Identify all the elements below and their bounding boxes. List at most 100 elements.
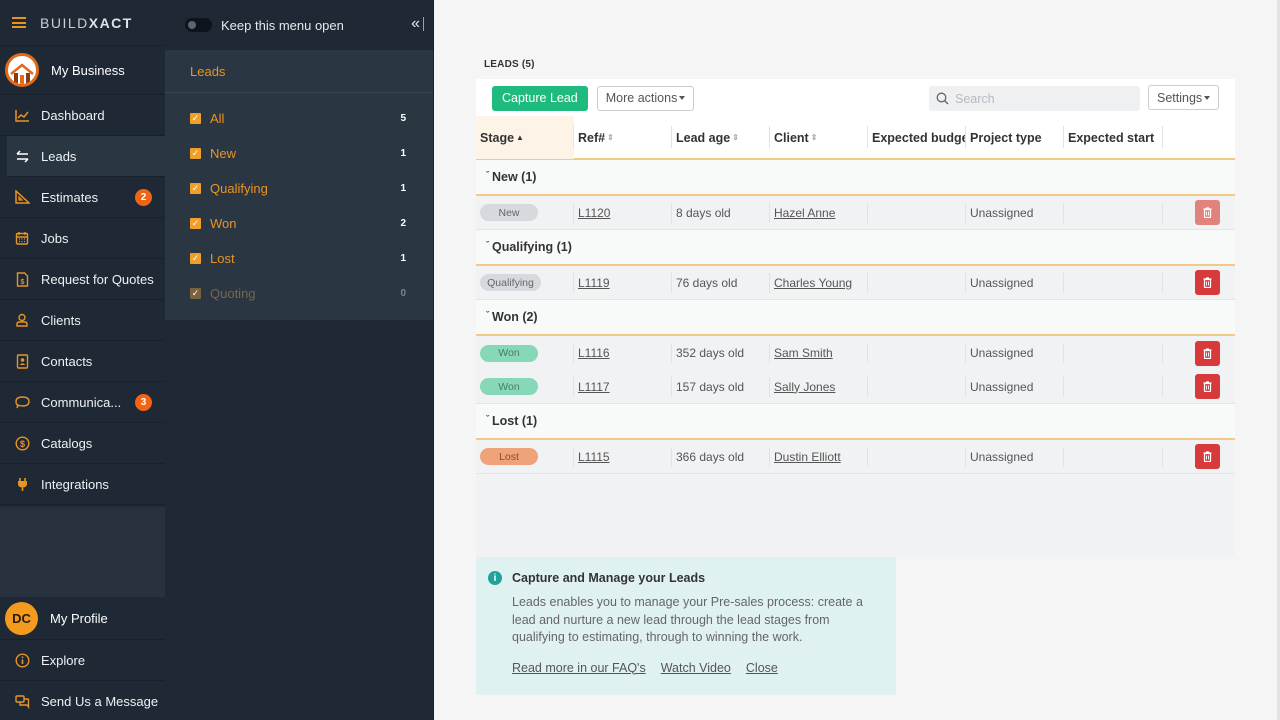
double-chevron-left-icon: «: [411, 15, 420, 32]
cell-actions: [1163, 270, 1235, 295]
nav-item-explore[interactable]: Explore: [0, 640, 165, 681]
client-link[interactable]: Dustin Elliott: [774, 450, 841, 464]
ref-link[interactable]: L1116: [578, 346, 610, 360]
main-content: LEADS (5) Capture Lead More actions Sett…: [434, 0, 1280, 720]
nav-item-catalogs[interactable]: $ Catalogs: [0, 423, 165, 464]
leads-card: Capture Lead More actions Settings Stage…: [476, 79, 1235, 557]
filter-new[interactable]: ✓ New 1: [165, 136, 433, 171]
ref-link[interactable]: L1117: [578, 380, 610, 394]
nav-item-contacts[interactable]: Contacts: [0, 341, 165, 382]
info-body: Leads enables you to manage your Pre-sal…: [512, 595, 863, 644]
checkbox-checked-icon[interactable]: ✓: [190, 253, 201, 264]
table-row[interactable]: Lost L1115 366 days old Dustin Elliott Unass…: [476, 440, 1235, 474]
stage-badge: New: [480, 204, 538, 221]
checkbox-checked-icon: ✓: [190, 288, 201, 299]
checkbox-checked-icon[interactable]: ✓: [190, 183, 201, 194]
my-profile-item[interactable]: DC My Profile: [0, 597, 165, 640]
column-label: Client: [774, 130, 809, 145]
estimates-badge: 2: [135, 188, 152, 206]
arrows-exchange-icon: [14, 148, 30, 164]
column-header-expected-budget[interactable]: Expected budget: [868, 116, 966, 159]
column-header-project-type[interactable]: Project type: [966, 116, 1064, 159]
my-business-item[interactable]: My Business: [0, 46, 165, 95]
column-header-stage[interactable]: Stage ▲: [476, 116, 574, 159]
table-row[interactable]: Won L1117 157 days old Sally Jones Unassigne…: [476, 370, 1235, 404]
watch-video-link[interactable]: Watch Video: [661, 661, 731, 675]
chevron-down-icon: ˇ: [486, 310, 489, 320]
nav-item-label: Leads: [41, 148, 77, 164]
column-header-client[interactable]: Client ⇕: [770, 116, 868, 159]
nav-bottom: DC My Profile Explore Send Us a Message: [0, 597, 165, 720]
cell-ref: L1120: [574, 201, 672, 225]
quote-document-icon: $: [14, 271, 30, 287]
nav-item-jobs[interactable]: Jobs: [0, 218, 165, 259]
project-type: Unassigned: [970, 205, 1034, 220]
group-header[interactable]: ˇ Won (2): [476, 300, 1235, 336]
communications-badge: 3: [135, 393, 152, 411]
checkbox-checked-icon[interactable]: ✓: [190, 148, 201, 159]
group-header[interactable]: ˇ New (1): [476, 160, 1235, 196]
brand-bold: XACT: [88, 14, 133, 31]
column-header-lead-age[interactable]: Lead age ⇕: [672, 116, 770, 159]
nav-item-integrations[interactable]: Integrations: [0, 464, 165, 505]
cell-project-type: Unassigned: [966, 201, 1064, 225]
collapse-menu-button[interactable]: «: [411, 15, 424, 33]
delete-lead-button[interactable]: [1195, 374, 1220, 399]
filter-won[interactable]: ✓ Won 2: [165, 206, 433, 241]
nav-item-label: Request for Quotes: [41, 271, 154, 287]
client-link[interactable]: Charles Young: [774, 276, 852, 290]
nav-item-communications[interactable]: Communica... 3: [0, 382, 165, 423]
keep-menu-open-toggle[interactable]: [185, 18, 212, 32]
group-header[interactable]: ˇ Lost (1): [476, 404, 1235, 440]
nav-item-estimates[interactable]: Estimates 2: [0, 177, 165, 218]
settings-dropdown[interactable]: Settings: [1148, 85, 1220, 110]
delete-lead-button[interactable]: [1195, 444, 1220, 469]
client-link[interactable]: Sam Smith: [774, 346, 833, 360]
client-link[interactable]: Sally Jones: [774, 380, 835, 394]
filter-label: Lost: [210, 251, 235, 266]
client-link[interactable]: Hazel Anne: [774, 206, 835, 220]
nav-item-dashboard[interactable]: Dashboard: [0, 95, 165, 136]
group-label: Won (2): [492, 310, 538, 324]
column-header-expected-start[interactable]: Expected start: [1064, 116, 1163, 159]
nav-item-leads[interactable]: Leads: [7, 136, 165, 177]
nav-item-send-message[interactable]: Send Us a Message: [0, 681, 165, 720]
cell-client: Charles Young: [770, 271, 868, 295]
faq-link[interactable]: Read more in our FAQ's: [512, 661, 646, 675]
group-header[interactable]: ˇ Qualifying (1): [476, 230, 1235, 266]
table-row[interactable]: Won L1116 352 days old Sam Smith Unassigned: [476, 336, 1235, 370]
ref-link[interactable]: L1115: [578, 450, 610, 464]
leads-toolbar: Capture Lead More actions Settings: [476, 79, 1235, 117]
cell-lead-age: 8 days old: [672, 201, 770, 225]
trash-icon: [1203, 347, 1212, 359]
filter-lost[interactable]: ✓ Lost 1: [165, 241, 433, 276]
filter-qualifying[interactable]: ✓ Qualifying 1: [165, 171, 433, 206]
cell-lead-age: 76 days old: [672, 271, 770, 295]
plug-icon: [14, 476, 30, 492]
nav-item-label: Integrations: [41, 476, 109, 492]
table-row[interactable]: Qualifying L1119 76 days old Charles Young U…: [476, 266, 1235, 300]
ref-link[interactable]: L1119: [578, 276, 610, 290]
nav-empty-area: [0, 507, 165, 597]
ref-link[interactable]: L1120: [578, 206, 610, 220]
nav-item-clients[interactable]: Clients: [0, 300, 165, 341]
cell-actions: [1163, 340, 1235, 366]
table-row[interactable]: New L1120 8 days old Hazel Anne Unassigned: [476, 196, 1235, 230]
close-info-link[interactable]: Close: [746, 661, 778, 675]
delete-lead-button[interactable]: [1195, 340, 1220, 366]
cell-expected-budget: [868, 375, 966, 399]
capture-lead-button[interactable]: Capture Lead: [492, 85, 588, 111]
nav-item-request-for-quotes[interactable]: $ Request for Quotes: [0, 259, 165, 300]
search-input[interactable]: [955, 91, 1135, 106]
cell-ref: L1116: [574, 341, 672, 365]
column-header-ref[interactable]: Ref# ⇕: [574, 116, 672, 159]
hamburger-menu-icon[interactable]: [12, 17, 26, 28]
search-box[interactable]: [929, 86, 1140, 111]
delete-lead-button[interactable]: [1195, 270, 1220, 295]
filter-all[interactable]: ✓ All 5: [165, 101, 433, 136]
checkbox-checked-icon[interactable]: ✓: [190, 218, 201, 229]
checkbox-checked-icon[interactable]: ✓: [190, 113, 201, 124]
caret-down-icon: [679, 96, 686, 100]
more-actions-dropdown[interactable]: More actions: [596, 85, 695, 111]
brand-logo[interactable]: BUILDXACT: [40, 15, 133, 31]
